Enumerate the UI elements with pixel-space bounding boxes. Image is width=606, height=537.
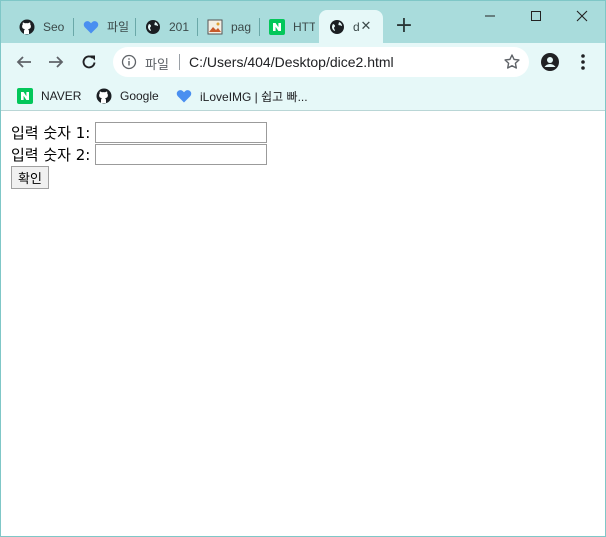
url-text[interactable]: C:/Users/404/Desktop/dice2.html: [189, 54, 394, 70]
number-input-2[interactable]: [95, 143, 268, 165]
arrow-right-icon: [49, 56, 64, 68]
bookmarks-bar: NAVER Google iLoveIMG | 쉽고 빠...: [1, 81, 605, 111]
page-content: 입력 숫자 1: 입력 숫자 2: 확인: [1, 112, 605, 536]
naver-icon: [269, 18, 285, 35]
confirm-button[interactable]: 확인: [11, 166, 49, 189]
input-label-2: 입력 숫자 2:: [11, 145, 91, 164]
heart-icon: [83, 19, 99, 35]
number-form: 입력 숫자 1: 입력 숫자 2: 확인: [11, 121, 268, 189]
input-row-1: 입력 숫자 1:: [11, 121, 268, 143]
tab-5[interactable]: HTT: [259, 10, 319, 43]
naver-icon: [17, 88, 33, 104]
divider: [179, 54, 180, 70]
input-label-1: 입력 숫자 1:: [11, 123, 91, 142]
heart-icon: [176, 88, 192, 104]
close-window-button[interactable]: [559, 1, 605, 31]
more-vertical-icon: [581, 54, 585, 70]
tab-title: 201: [169, 19, 190, 34]
maximize-icon: [531, 11, 541, 21]
new-tab-button[interactable]: +: [394, 15, 414, 37]
tab-4[interactable]: pag: [197, 10, 259, 43]
info-icon[interactable]: [121, 54, 137, 70]
tab-1[interactable]: Seo: [9, 10, 71, 43]
menu-button[interactable]: [572, 51, 594, 73]
tab-strip: Seo 파일 201 pag HTT d ✕ +: [1, 1, 605, 43]
tab-2[interactable]: 파일: [73, 10, 135, 43]
minimize-icon: [485, 15, 495, 17]
image-icon: [207, 19, 223, 35]
profile-button[interactable]: [539, 51, 561, 73]
address-bar[interactable]: 파일 C:/Users/404/Desktop/dice2.html: [113, 47, 529, 77]
bookmark-label: iLoveIMG | 쉽고 빠...: [200, 89, 308, 104]
bookmark-label: Google: [120, 89, 159, 103]
tab-title: HTT: [293, 19, 315, 34]
bookmark-label: NAVER: [41, 89, 82, 103]
tab-3[interactable]: 201: [135, 10, 197, 43]
back-button[interactable]: [13, 51, 35, 73]
number-input-1[interactable]: [95, 121, 268, 143]
reload-icon: [82, 55, 96, 69]
reload-button[interactable]: [78, 51, 100, 73]
arrow-left-icon: [16, 56, 31, 68]
minimize-button[interactable]: [467, 1, 513, 31]
forward-button[interactable]: [45, 51, 67, 73]
toolbar: 파일 C:/Users/404/Desktop/dice2.html: [1, 43, 605, 81]
close-icon[interactable]: ✕: [359, 20, 373, 34]
bookmark-naver[interactable]: NAVER: [17, 85, 81, 107]
star-icon[interactable]: [503, 53, 521, 71]
maximize-button[interactable]: [513, 1, 559, 31]
github-icon: [19, 19, 35, 35]
tab-title: Seo: [43, 19, 65, 34]
github-icon: [96, 88, 112, 104]
globe-icon: [329, 19, 345, 35]
tab-title: pag: [231, 19, 252, 34]
close-icon: [576, 10, 588, 22]
bookmark-iloveimg[interactable]: iLoveIMG | 쉽고 빠...: [176, 85, 308, 107]
globe-icon: [145, 19, 161, 35]
scheme-label: 파일: [145, 58, 169, 73]
account-icon: [541, 53, 559, 71]
input-row-2: 입력 숫자 2:: [11, 143, 268, 165]
tab-title: 파일: [107, 20, 129, 34]
browser-window: Seo 파일 201 pag HTT d ✕ + 파일 C:/Users/404…: [0, 0, 606, 537]
tab-active[interactable]: d ✕: [319, 10, 383, 43]
bookmark-google[interactable]: Google: [96, 85, 159, 107]
